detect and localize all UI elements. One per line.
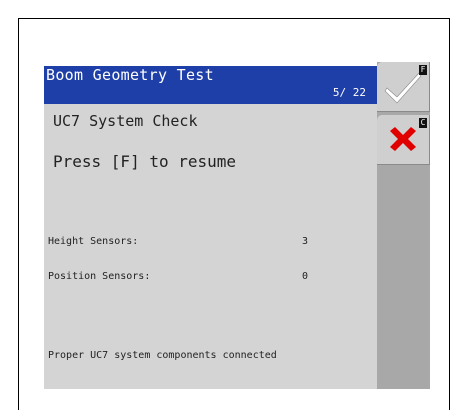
height-sensors-value: 3 xyxy=(302,236,309,247)
title-bar: Boom Geometry Test 5/ 22 xyxy=(44,66,377,104)
status-message: Proper UC7 system components connected xyxy=(48,350,277,361)
screen-subtitle: UC7 System Check xyxy=(53,112,198,130)
instruction-text: Press [F] to resume xyxy=(53,152,237,171)
f-key-label: F xyxy=(419,65,427,75)
page-indicator: 5/ 22 xyxy=(332,86,366,99)
height-sensors-label: Height Sensors: xyxy=(48,236,139,247)
position-sensors-value: 0 xyxy=(302,271,309,282)
cancel-softkey[interactable]: C xyxy=(377,115,430,165)
screen-panel: Boom Geometry Test 5/ 22 UC7 System Chec… xyxy=(44,66,377,389)
softkey-sidebar: F C xyxy=(377,62,430,389)
position-sensors-label: Position Sensors: xyxy=(48,271,151,282)
checkmark-icon xyxy=(384,72,422,104)
window-title: Boom Geometry Test xyxy=(46,66,214,84)
confirm-softkey[interactable]: F xyxy=(377,62,430,112)
c-key-label: C xyxy=(419,118,427,128)
x-icon xyxy=(390,127,416,151)
